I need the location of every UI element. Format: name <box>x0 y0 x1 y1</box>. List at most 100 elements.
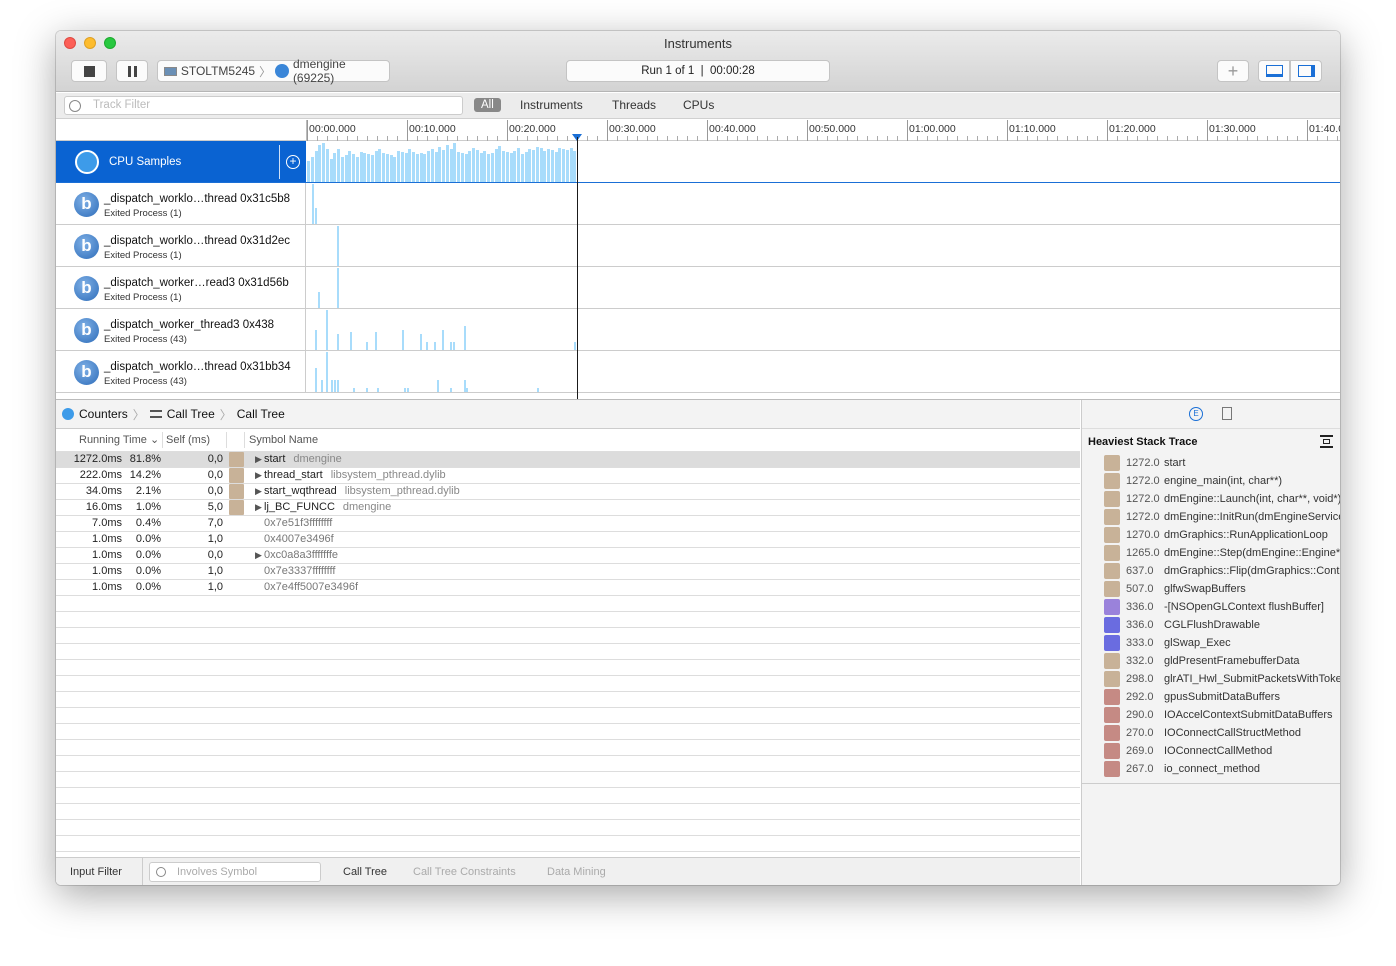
stack-frame[interactable]: 269.0 IOConnectCallMethod <box>1082 742 1340 760</box>
stack-frame[interactable]: 1270.0 dmGraphics::RunApplicationLoop <box>1082 526 1340 544</box>
thread-sample-bar <box>336 226 339 266</box>
column-symbol-name[interactable]: Symbol Name <box>249 434 318 446</box>
stack-frame[interactable]: 292.0 gpusSubmitDataBuffers <box>1082 688 1340 706</box>
cpu-sample-bar <box>524 151 528 182</box>
breadcrumb-counters[interactable]: Counters <box>79 407 128 421</box>
expand-stack-icon[interactable] <box>1320 435 1333 448</box>
stack-frame[interactable]: 290.0 IOAccelContextSubmitDataBuffers <box>1082 706 1340 724</box>
disclosure-triangle-icon[interactable]: ▶ <box>255 452 264 467</box>
cpu-sample-bar <box>445 144 449 182</box>
frame-symbol: gpusSubmitDataBuffers <box>1164 691 1280 703</box>
frame-weight: 298.0 <box>1126 673 1154 685</box>
empty-row <box>56 628 1080 644</box>
tab-call-tree-constraints[interactable]: Call Tree Constraints <box>413 866 516 878</box>
stop-button[interactable] <box>71 60 107 82</box>
stack-frame[interactable]: 1272.0 dmEngine::InitRun(dmEngineService*… <box>1082 508 1340 526</box>
thread-header[interactable]: b _dispatch_worker_thread3 0x438 Exited Pr… <box>56 309 306 350</box>
input-filter-label[interactable]: Input Filter <box>70 866 122 878</box>
thread-sample-bar <box>336 334 339 350</box>
stack-frame[interactable]: 270.0 IOConnectCallStructMethod <box>1082 724 1340 742</box>
stack-frame[interactable]: 1265.0 dmEngine::Step(dmEngine::Engine*) <box>1082 544 1340 562</box>
thread-track[interactable]: b _dispatch_worker…read3 0x31d56b Exited P… <box>56 267 1340 309</box>
timeline-ruler[interactable]: 00:00.000 00:10.000 00:20.000 00:30.000 00:4… <box>56 120 1340 141</box>
thread-header[interactable]: b _dispatch_worklo…thread 0x31d2ec Exited … <box>56 225 306 266</box>
stack-frame[interactable]: 267.0 io_connect_method <box>1082 760 1340 778</box>
stack-frame[interactable]: 332.0 gldPresentFramebufferData <box>1082 652 1340 670</box>
stack-frame[interactable]: 336.0 -[NSOpenGLContext flushBuffer] <box>1082 598 1340 616</box>
thread-header[interactable]: b _dispatch_worklo…thread 0x31bb34 Exited … <box>56 351 306 392</box>
breadcrumb-call-tree[interactable]: Call Tree <box>167 407 215 421</box>
thread-track[interactable]: b _dispatch_worklo…thread 0x31bb34 Exited … <box>56 351 1340 393</box>
add-instrument-button[interactable]: + <box>1217 60 1249 82</box>
segment-cpus[interactable]: CPUs <box>683 98 714 112</box>
stack-frame[interactable]: 1272.0 start <box>1082 454 1340 472</box>
segment-threads[interactable]: Threads <box>612 98 656 112</box>
thread-name: _dispatch_worker…read3 0x31d56b <box>104 277 289 289</box>
column-self[interactable]: Self (ms) <box>166 434 210 446</box>
stack-frame[interactable]: 333.0 glSwap_Exec <box>1082 634 1340 652</box>
toggle-inspector-button[interactable] <box>1290 60 1322 82</box>
thread-sample-bar <box>377 388 380 392</box>
track-filter-input[interactable]: Track Filter <box>64 96 463 115</box>
extended-detail-icon[interactable]: E <box>1189 407 1203 421</box>
tab-call-tree[interactable]: Call Tree <box>343 866 387 878</box>
symbol-name: start_wqthread <box>264 485 337 497</box>
playhead[interactable] <box>577 137 578 399</box>
involves-symbol-input[interactable]: Involves Symbol <box>149 862 321 882</box>
ruler-tick-label: 00:50.000 <box>809 123 856 135</box>
disclosure-triangle-icon[interactable]: ▶ <box>255 500 264 515</box>
cpu-sample-bar <box>509 152 513 182</box>
thread-track[interactable]: b _dispatch_worker_thread3 0x438 Exited Pr… <box>56 309 1340 351</box>
calltree-row[interactable]: 1272.0ms 81.8% 0,0 ▶ start dmengine <box>56 452 1080 468</box>
target-selector[interactable]: STOLTM5245 〉 dmengine (69225) <box>157 57 390 85</box>
ruler-tick-major <box>907 120 908 141</box>
thread-sample-bar <box>574 342 577 350</box>
cpu-samples-track[interactable]: CPU Samples + <box>56 141 1340 183</box>
calltree-row[interactable]: 1.0ms 0.0% 1,0 ▶0x7e4ff5007e3496f <box>56 580 1080 596</box>
stack-frame[interactable]: 336.0 CGLFlushDrawable <box>1082 616 1340 634</box>
thread-track[interactable]: b _dispatch_worklo…thread 0x31d2ec Exited … <box>56 225 1340 267</box>
frame-symbol: CGLFlushDrawable <box>1164 619 1260 631</box>
cpu-sample-bar <box>457 151 460 182</box>
breadcrumb-call-tree-current[interactable]: Call Tree <box>237 407 285 421</box>
frame-weight: 507.0 <box>1126 583 1154 595</box>
stack-frame[interactable]: 298.0 glrATI_Hwl_SubmitPacketsWithToken <box>1082 670 1340 688</box>
tab-data-mining[interactable]: Data Mining <box>547 866 606 878</box>
cpu-samples-header[interactable]: CPU Samples + <box>56 141 306 182</box>
calltree-row[interactable]: 1.0ms 0.0% 1,0 ▶0x7e3337ffffffff <box>56 564 1080 580</box>
stack-frame[interactable]: 1272.0 dmEngine::Launch(int, char**, void… <box>1082 490 1340 508</box>
column-running-time[interactable]: Running Time <box>79 434 147 446</box>
pause-button[interactable] <box>116 60 148 82</box>
calltree-row[interactable]: 1.0ms 0.0% 1,0 ▶0x4007e3496f <box>56 532 1080 548</box>
frame-icon <box>1104 653 1120 669</box>
stack-frame[interactable]: 507.0 glfwSwapBuffers <box>1082 580 1340 598</box>
track-label: CPU Samples <box>109 156 182 168</box>
disclosure-triangle-icon[interactable]: ▶ <box>255 484 264 499</box>
library-name: dmengine <box>342 501 392 513</box>
empty-row <box>56 596 1080 612</box>
heaviest-stack-trace-title: Heaviest Stack Trace <box>1088 436 1198 448</box>
segment-all[interactable]: All <box>474 98 501 112</box>
disclosure-triangle-icon[interactable]: ▶ <box>255 468 264 483</box>
running-percent: 0.0% <box>135 565 161 577</box>
calltree-row[interactable]: 222.0ms 14.2% 0,0 ▶ thread_start libsystem_pt… <box>56 468 1080 484</box>
running-time: 1.0ms <box>92 549 122 561</box>
stack-frame[interactable]: 1272.0 engine_main(int, char**) <box>1082 472 1340 490</box>
thread-header[interactable]: b _dispatch_worker…read3 0x31d56b Exited P… <box>56 267 306 308</box>
thread-track[interactable]: b _dispatch_worklo…thread 0x31c5b8 Exited … <box>56 183 1340 225</box>
toggle-detail-button[interactable] <box>1258 60 1290 82</box>
cpu-sample-bar <box>547 148 550 182</box>
calltree-row[interactable]: 7.0ms 0.4% 7,0 ▶0x7e51f3ffffffff <box>56 516 1080 532</box>
thread-subtitle: Exited Process (1) <box>104 208 182 219</box>
document-icon[interactable] <box>1222 407 1232 420</box>
calltree-row[interactable]: 34.0ms 2.1% 0,0 ▶ start_wqthread libsystem_pt… <box>56 484 1080 500</box>
calltree-row[interactable]: 16.0ms 1.0% 5,0 ▶ lj_BC_FUNCC dmengine <box>56 500 1080 516</box>
calltree-row[interactable]: 1.0ms 0.0% 0,0 ▶ 0xc0a8a3fffffffe <box>56 548 1080 564</box>
add-icon[interactable]: + <box>286 155 300 169</box>
thread-header[interactable]: b _dispatch_worklo…thread 0x31c5b8 Exited … <box>56 183 306 224</box>
disclosure-triangle-icon[interactable]: ▶ <box>255 548 264 563</box>
stack-frame[interactable]: 637.0 dmGraphics::Flip(dmGraphics::Contex… <box>1082 562 1340 580</box>
self-ms: 1,0 <box>207 565 223 577</box>
thread-sample-bar <box>366 342 369 350</box>
segment-instruments[interactable]: Instruments <box>520 98 583 112</box>
